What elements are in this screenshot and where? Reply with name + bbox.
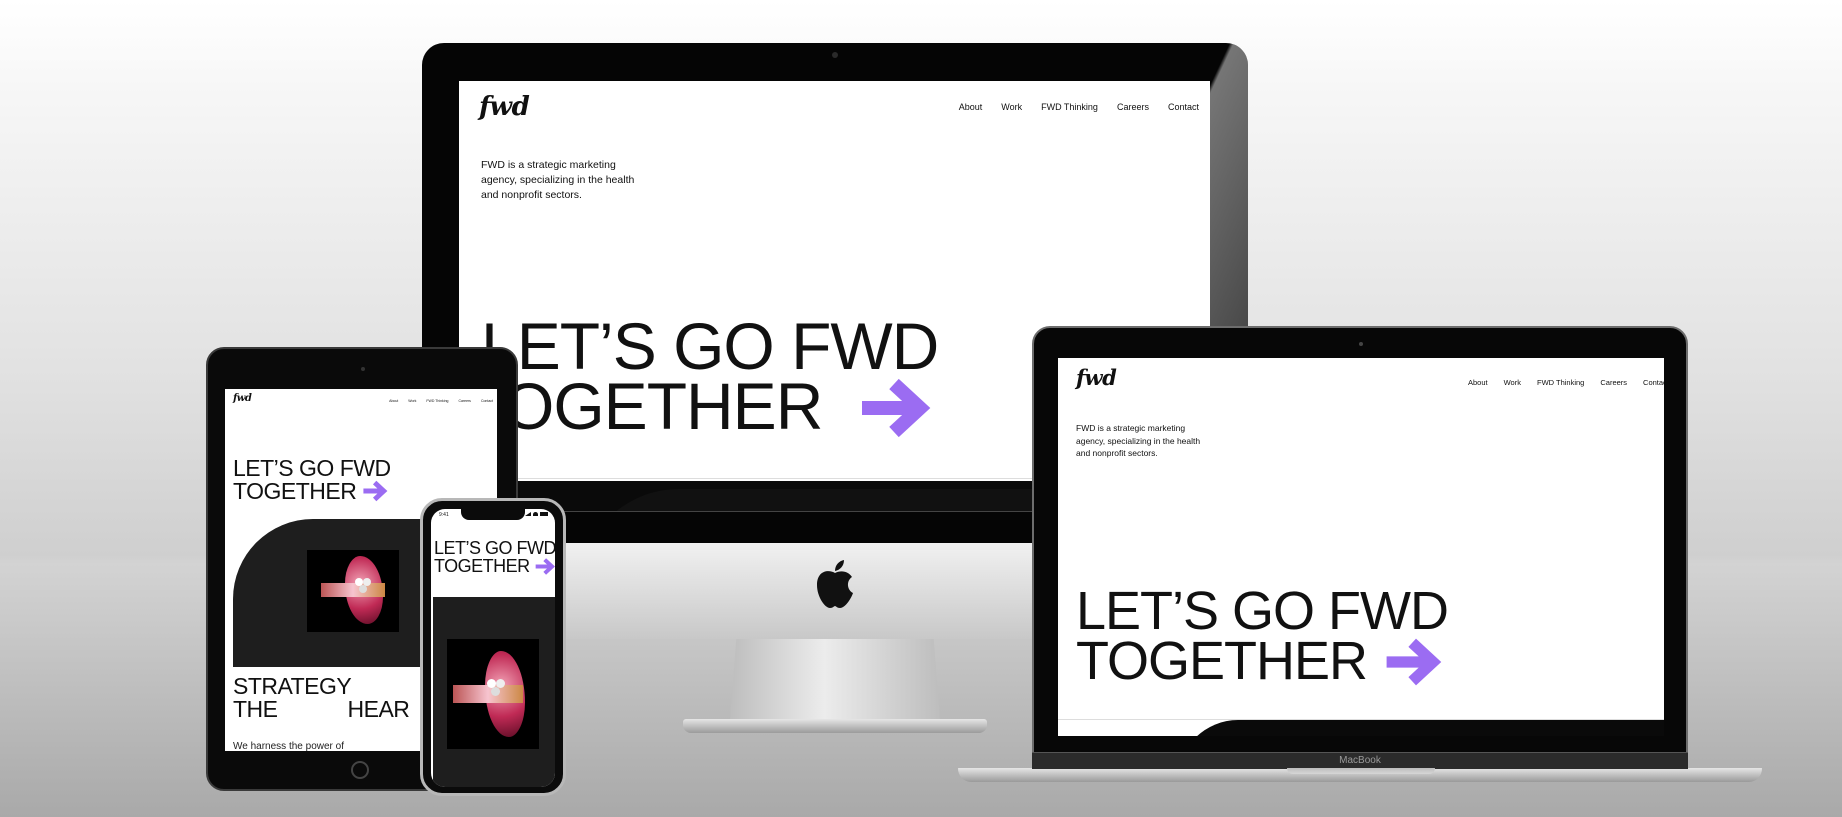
nav-contact[interactable]: Contact xyxy=(1168,102,1199,112)
hero-image xyxy=(307,550,399,632)
ipad-camera xyxy=(361,367,365,371)
section-heading: STRATEGY THE HEAR xyxy=(233,673,410,722)
hero-heading: LET’S GO FWD TOGETHER xyxy=(233,457,391,504)
site-logo[interactable]: fwd xyxy=(479,92,530,122)
site-logo[interactable]: fwd xyxy=(233,393,252,404)
hero-line-2: TOGETHER xyxy=(233,480,391,504)
macbook-hinge: MacBook xyxy=(1032,752,1688,769)
nav-work[interactable]: Work xyxy=(1001,102,1022,112)
macbook-screen: fwd AboutWorkFWD ThinkingCareersContact … xyxy=(1058,358,1664,736)
arrow-right-icon[interactable] xyxy=(1383,638,1443,686)
nav-about[interactable]: About xyxy=(389,399,398,403)
nav-work[interactable]: Work xyxy=(1504,378,1521,387)
nav-careers[interactable]: Careers xyxy=(1117,102,1149,112)
macbook-brand: MacBook xyxy=(1339,755,1381,766)
hero-line-2: TOGETHER xyxy=(1076,634,1448,689)
imac-base xyxy=(683,719,987,733)
hero-heading: LET’S GO FWD TOGETHER xyxy=(1076,581,1449,689)
nav-careers[interactable]: Careers xyxy=(1600,378,1627,387)
imac-stand xyxy=(730,639,940,719)
iphone-screen: 9:41 LET’S GO FWD TOGETHER xyxy=(431,509,555,787)
hero-heading-line-2: OGETHER xyxy=(503,373,932,442)
arrow-right-icon[interactable] xyxy=(534,557,555,575)
hero-line-1: LET’S GO FWD xyxy=(233,455,391,481)
hero-line-1: LET’S GO FWD xyxy=(434,538,555,558)
nav-careers[interactable]: Careers xyxy=(458,399,470,403)
macbook-camera xyxy=(1359,342,1363,346)
apple-logo-icon xyxy=(817,560,853,608)
nav-fwd-thinking[interactable]: FWD Thinking xyxy=(1041,102,1098,112)
imac-camera xyxy=(832,52,838,58)
wifi-icon xyxy=(533,512,538,516)
tagline: FWD is a strategic marketing agency, spe… xyxy=(481,159,635,201)
nav-work[interactable]: Work xyxy=(408,399,416,403)
hero-image xyxy=(447,639,539,749)
battery-icon xyxy=(540,512,548,516)
dark-section xyxy=(1178,720,1664,736)
nav-about[interactable]: About xyxy=(959,102,983,112)
arrow-right-icon[interactable] xyxy=(858,378,932,438)
nav-about[interactable]: About xyxy=(1468,378,1488,387)
hero-line-2: TOGETHER xyxy=(434,557,555,576)
macbook-notch xyxy=(1287,768,1435,774)
iphone-notch xyxy=(461,509,525,520)
nav-fwd-thinking[interactable]: FWD Thinking xyxy=(1537,378,1584,387)
arrow-right-icon[interactable] xyxy=(362,480,388,502)
signal-icon xyxy=(525,512,531,516)
tagline: FWD is a strategic marketing agency, spe… xyxy=(1076,423,1201,458)
hero-line-1: LET’S GO FWD xyxy=(1076,581,1449,641)
nav-contact[interactable]: Contact xyxy=(1643,378,1664,387)
site-nav: About Work FWD Thinking Careers Contact xyxy=(389,399,493,403)
site-logo[interactable]: fwd xyxy=(1076,365,1117,390)
ipad-home-button[interactable] xyxy=(351,761,369,779)
status-icons xyxy=(525,512,548,516)
dark-section xyxy=(433,597,555,787)
phone-time: 9:41 xyxy=(439,512,449,518)
site-nav: About Work FWD Thinking Careers Contact xyxy=(959,102,1199,112)
hero-heading: LET’S GO FWD TOGETHER xyxy=(434,539,555,576)
iphone-device: 9:41 LET’S GO FWD TOGETHER xyxy=(420,498,566,796)
macbook-device: fwd AboutWorkFWD ThinkingCareersContact … xyxy=(1032,326,1688,770)
site-nav: About Work FWD Thinking Careers Contact xyxy=(1468,378,1664,387)
section-body: We harness the power of xyxy=(233,741,344,751)
nav-fwd-thinking[interactable]: FWD Thinking xyxy=(426,399,448,403)
nav-contact[interactable]: Contact xyxy=(481,399,493,403)
